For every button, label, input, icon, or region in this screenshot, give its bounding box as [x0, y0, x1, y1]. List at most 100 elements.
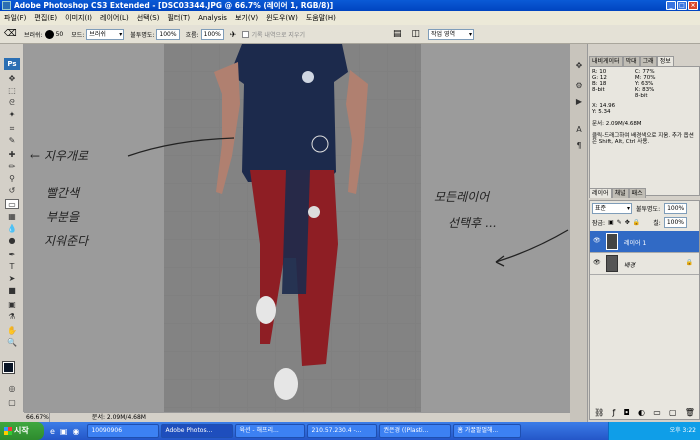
- actions-dock-icon[interactable]: ▶: [573, 96, 585, 108]
- tab-navigator[interactable]: 내비게이터: [589, 56, 623, 66]
- brush-size[interactable]: 50: [56, 31, 64, 38]
- menu-analysis[interactable]: Analysis: [198, 14, 227, 22]
- blend-mode-select[interactable]: 표준: [592, 203, 632, 214]
- quicklaunch-ie-icon[interactable]: e: [50, 427, 55, 436]
- tray-clock[interactable]: 오후 3:22: [670, 427, 696, 434]
- adjustment-layer-icon[interactable]: ◐: [638, 408, 645, 417]
- lock-transparent-icon[interactable]: ▣: [608, 219, 614, 226]
- eraser-tool-icon[interactable]: ▭: [5, 199, 19, 209]
- character-dock-icon[interactable]: A: [573, 124, 585, 136]
- new-layer-icon[interactable]: ▢: [669, 408, 677, 417]
- tab-channels[interactable]: 채널: [611, 188, 629, 198]
- taskbar-item-3[interactable]: 육션 - 해프리...: [235, 424, 306, 438]
- mode-select[interactable]: 브러쉬: [86, 28, 125, 40]
- path-select-icon[interactable]: ➤: [5, 274, 19, 284]
- quicklaunch-media-icon[interactable]: ◉: [72, 427, 79, 436]
- taskbar-item-2[interactable]: Adobe Photos...: [161, 424, 234, 438]
- hand-tool-icon[interactable]: ✋: [5, 326, 19, 336]
- brush-tool-icon[interactable]: ✏: [5, 162, 19, 172]
- layer-opacity-field[interactable]: 100%: [664, 203, 688, 214]
- opacity-field[interactable]: 100%: [156, 28, 180, 40]
- lock-position-icon[interactable]: ✥: [625, 219, 630, 226]
- slice-tool-icon[interactable]: ✎: [5, 136, 19, 146]
- quick-mask-icon[interactable]: ◎: [5, 384, 19, 394]
- tab-histogram[interactable]: 막대: [622, 56, 640, 66]
- tab-info[interactable]: 정보: [656, 56, 674, 66]
- taskbar-item-4[interactable]: 210.57.230.4 -...: [307, 424, 378, 438]
- airbrush-icon[interactable]: ✈: [230, 30, 237, 39]
- start-button[interactable]: 시작: [0, 422, 44, 440]
- visibility-eye-icon[interactable]: 👁: [593, 259, 601, 266]
- windows-taskbar: 시작 e ▣ ◉ 10090906 Adobe Photos... 육션 - 해…: [0, 422, 700, 440]
- new-group-icon[interactable]: ▭: [653, 408, 661, 417]
- brush-preview-icon[interactable]: [44, 29, 54, 39]
- document-image[interactable]: [164, 44, 421, 412]
- menu-image[interactable]: 이미지(I): [65, 13, 92, 23]
- notes-tool-icon[interactable]: ▣: [5, 300, 19, 310]
- screen-mode-icon[interactable]: ▢: [5, 398, 19, 408]
- minimize-button[interactable]: _: [666, 1, 676, 10]
- eyedropper-icon[interactable]: ⚗: [5, 312, 19, 322]
- pen-tool-icon[interactable]: ✒: [5, 250, 19, 260]
- tab-graph[interactable]: 그래: [639, 56, 657, 66]
- layer-style-icon[interactable]: ƒ: [612, 408, 615, 417]
- dodge-tool-icon[interactable]: ●: [5, 236, 19, 246]
- menu-edit[interactable]: 편집(E): [34, 13, 57, 23]
- taskbar-item-1[interactable]: 10090906: [87, 424, 160, 438]
- layer-row-1[interactable]: 👁 레이어 1: [590, 231, 699, 253]
- tab-paths[interactable]: 패스: [628, 188, 646, 198]
- layer-name[interactable]: 배경: [624, 260, 635, 269]
- menu-view[interactable]: 보기(V): [235, 13, 258, 23]
- menu-filter[interactable]: 필터(T): [167, 13, 190, 23]
- tab-layers[interactable]: 레이어: [589, 188, 612, 198]
- navigator-dock-icon[interactable]: ✥: [573, 60, 585, 72]
- device-icon[interactable]: ◫: [412, 29, 421, 39]
- layer-name[interactable]: 레이어 1: [624, 238, 646, 247]
- quicklaunch-desktop-icon[interactable]: ▣: [60, 427, 68, 436]
- gradient-tool-icon[interactable]: ▦: [5, 212, 19, 222]
- right-panels: ✥ ⚙ ▶ A ¶ 내비게이터 막대 그래 정보 R: 10 G: 12 B: …: [570, 44, 700, 422]
- taskbar-item-5[interactable]: 권은경 ((Plasti...: [379, 424, 452, 438]
- layer-row-background[interactable]: 👁 배경 🔒: [590, 253, 699, 275]
- lock-all-icon[interactable]: 🔒: [633, 219, 640, 226]
- healing-brush-icon[interactable]: ✚: [5, 150, 19, 160]
- menu-help[interactable]: 도움말(H): [306, 13, 336, 23]
- menu-layer[interactable]: 레이어(L): [100, 13, 129, 23]
- blur-tool-icon[interactable]: 💧: [5, 224, 19, 234]
- magic-wand-tool-icon[interactable]: ✦: [5, 110, 19, 120]
- eraser-tool-preset-icon[interactable]: ⌫: [4, 29, 18, 39]
- clone-stamp-icon[interactable]: ⚲: [5, 174, 19, 184]
- history-label: 기록 내역으로 지우기: [251, 31, 305, 39]
- shape-tool-icon[interactable]: ■: [5, 286, 19, 296]
- close-button[interactable]: ×: [688, 1, 698, 10]
- move-tool-icon[interactable]: ✥: [5, 74, 19, 84]
- link-layers-icon[interactable]: ⛓: [594, 408, 604, 417]
- delete-layer-icon[interactable]: 🗑: [685, 408, 695, 417]
- workspace-select[interactable]: 작업 영역: [428, 28, 475, 40]
- foreground-color-swatch[interactable]: [2, 361, 15, 374]
- crop-tool-icon[interactable]: ⌗: [5, 124, 19, 134]
- lasso-tool-icon[interactable]: ᘓ: [5, 98, 19, 108]
- menu-file[interactable]: 파일(F): [4, 13, 26, 23]
- type-tool-icon[interactable]: T: [5, 262, 19, 272]
- layers-panel-tabs: 레이어 채널 패스: [589, 188, 646, 198]
- history-brush-icon[interactable]: ↺: [5, 186, 19, 196]
- history-checkbox[interactable]: [242, 30, 250, 38]
- menu-window[interactable]: 윈도우(W): [266, 13, 298, 23]
- fill-field[interactable]: 100%: [663, 217, 687, 228]
- visibility-eye-icon[interactable]: 👁: [593, 237, 601, 244]
- menu-select[interactable]: 선택(S): [137, 13, 160, 23]
- history-dock-icon[interactable]: ⚙: [573, 80, 585, 92]
- flow-field[interactable]: 100%: [200, 28, 224, 40]
- lock-pixels-icon[interactable]: ✎: [617, 219, 622, 226]
- layers-panel: 표준 불투명도: 100% 잠금: ▣ ✎ ✥ 🔒 칠: 100% 👁 레이어 …: [589, 200, 700, 420]
- zoom-level[interactable]: 66.67%: [24, 413, 50, 422]
- paragraph-dock-icon[interactable]: ¶: [573, 140, 585, 152]
- doc-icon[interactable]: ▤: [393, 29, 402, 39]
- layer-mask-icon[interactable]: ◘: [623, 408, 629, 417]
- taskbar-item-6[interactable]: 홈 가꿀팔멀해...: [453, 424, 522, 438]
- zoom-tool-icon[interactable]: 🔍: [5, 338, 19, 348]
- info-doc: 문서: 2.09M/4.68M: [592, 121, 642, 127]
- marquee-tool-icon[interactable]: ⬚: [5, 86, 19, 96]
- maximize-button[interactable]: □: [677, 1, 687, 10]
